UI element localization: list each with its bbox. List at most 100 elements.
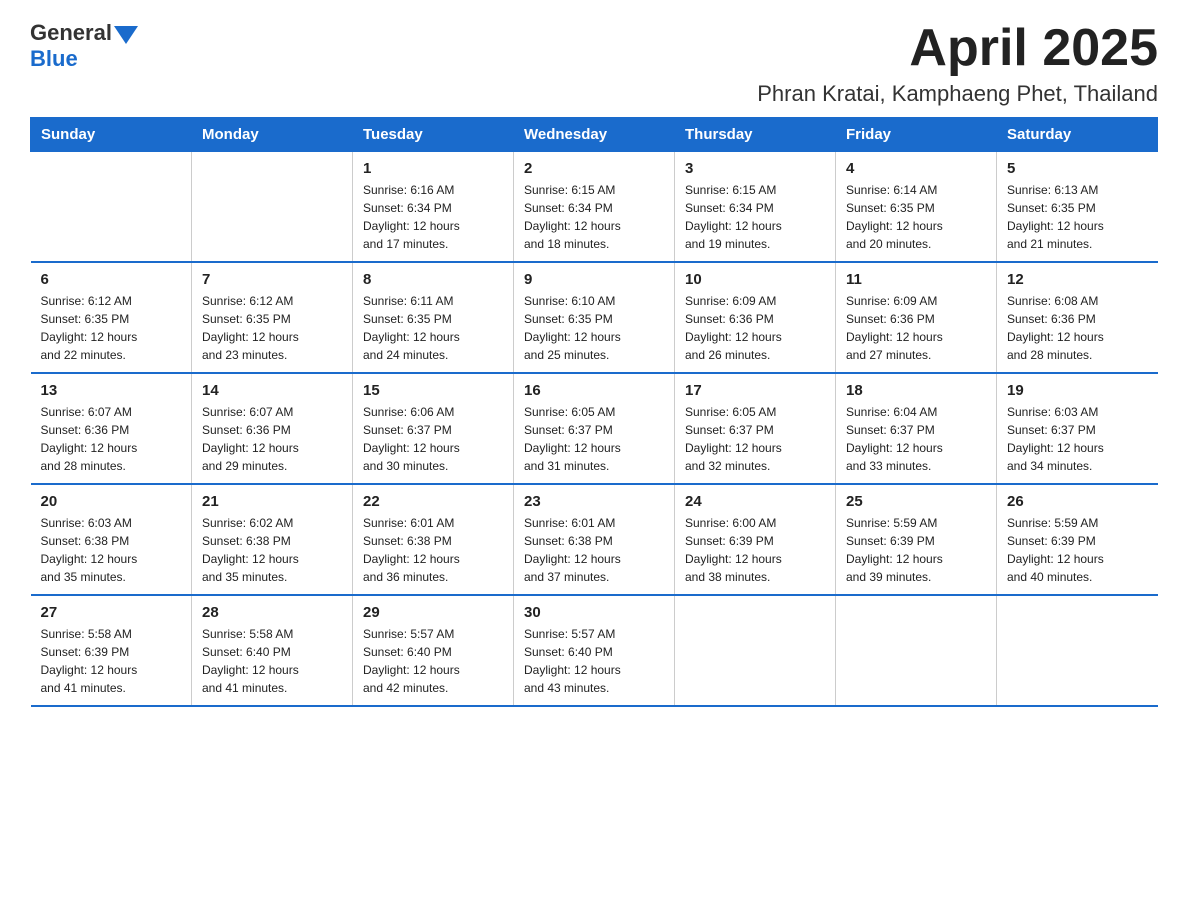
day-info: Sunrise: 6:01 AM Sunset: 6:38 PM Dayligh… (363, 514, 503, 586)
calendar-cell: 19 Sunrise: 6:03 AM Sunset: 6:37 PM Dayli… (997, 373, 1158, 484)
calendar-cell: 30 Sunrise: 5:57 AM Sunset: 6:40 PM Dayli… (514, 595, 675, 706)
day-number: 3 (685, 160, 825, 177)
logo: General Blue (30, 20, 138, 72)
calendar-cell: 28 Sunrise: 5:58 AM Sunset: 6:40 PM Dayli… (192, 595, 353, 706)
day-number: 1 (363, 160, 503, 177)
weekday-header-saturday: Saturday (997, 118, 1158, 152)
day-number: 21 (202, 493, 342, 510)
calendar-cell (836, 595, 997, 706)
calendar-cell: 13 Sunrise: 6:07 AM Sunset: 6:36 PM Dayli… (31, 373, 192, 484)
day-number: 23 (524, 493, 664, 510)
day-info: Sunrise: 6:03 AM Sunset: 6:38 PM Dayligh… (41, 514, 182, 586)
day-number: 30 (524, 604, 664, 621)
day-number: 16 (524, 382, 664, 399)
calendar-cell (192, 152, 353, 263)
day-info: Sunrise: 6:09 AM Sunset: 6:36 PM Dayligh… (685, 292, 825, 364)
weekday-header-thursday: Thursday (675, 118, 836, 152)
calendar-week-row: 27Sunrise: 5:58 AM Sunset: 6:39 PM Dayli… (31, 595, 1158, 706)
weekday-header-monday: Monday (192, 118, 353, 152)
calendar-cell: 2 Sunrise: 6:15 AM Sunset: 6:34 PM Daylig… (514, 152, 675, 263)
day-info: Sunrise: 5:58 AM Sunset: 6:39 PM Dayligh… (41, 625, 182, 697)
calendar-cell: 14 Sunrise: 6:07 AM Sunset: 6:36 PM Dayli… (192, 373, 353, 484)
calendar-cell: 26 Sunrise: 5:59 AM Sunset: 6:39 PM Dayli… (997, 484, 1158, 595)
logo-general-text: General (30, 20, 112, 46)
calendar-cell: 21 Sunrise: 6:02 AM Sunset: 6:38 PM Dayli… (192, 484, 353, 595)
calendar-cell: 9 Sunrise: 6:10 AM Sunset: 6:35 PM Daylig… (514, 262, 675, 373)
day-info: Sunrise: 6:03 AM Sunset: 6:37 PM Dayligh… (1007, 403, 1148, 475)
calendar-week-row: 20 Sunrise: 6:03 AM Sunset: 6:38 PM Dayli… (31, 484, 1158, 595)
day-number: 11 (846, 271, 986, 288)
day-info: Sunrise: 5:59 AM Sunset: 6:39 PM Dayligh… (1007, 514, 1148, 586)
calendar-cell: 5 Sunrise: 6:13 AM Sunset: 6:35 PM Daylig… (997, 152, 1158, 263)
calendar-cell: 20 Sunrise: 6:03 AM Sunset: 6:38 PM Dayli… (31, 484, 192, 595)
logo-blue-text: Blue (30, 46, 78, 71)
day-info: Sunrise: 5:57 AM Sunset: 6:40 PM Dayligh… (363, 625, 503, 697)
day-info: Sunrise: 6:02 AM Sunset: 6:38 PM Dayligh… (202, 514, 342, 586)
day-number: 8 (363, 271, 503, 288)
calendar-header-row: SundayMondayTuesdayWednesdayThursdayFrid… (31, 118, 1158, 152)
day-info: Sunrise: 6:10 AM Sunset: 6:35 PM Dayligh… (524, 292, 664, 364)
weekday-header-friday: Friday (836, 118, 997, 152)
day-info: Sunrise: 6:05 AM Sunset: 6:37 PM Dayligh… (685, 403, 825, 475)
calendar-cell: 25 Sunrise: 5:59 AM Sunset: 6:39 PM Dayli… (836, 484, 997, 595)
calendar-cell: 12Sunrise: 6:08 AM Sunset: 6:36 PM Dayli… (997, 262, 1158, 373)
calendar-cell: 29 Sunrise: 5:57 AM Sunset: 6:40 PM Dayli… (353, 595, 514, 706)
calendar-cell: 10 Sunrise: 6:09 AM Sunset: 6:36 PM Dayli… (675, 262, 836, 373)
calendar-cell: 27Sunrise: 5:58 AM Sunset: 6:39 PM Dayli… (31, 595, 192, 706)
calendar-cell: 1 Sunrise: 6:16 AM Sunset: 6:34 PM Daylig… (353, 152, 514, 263)
day-number: 24 (685, 493, 825, 510)
day-number: 26 (1007, 493, 1148, 510)
day-info: Sunrise: 6:00 AM Sunset: 6:39 PM Dayligh… (685, 514, 825, 586)
month-title: April 2025 (757, 20, 1158, 77)
day-number: 13 (41, 382, 182, 399)
day-info: Sunrise: 6:16 AM Sunset: 6:34 PM Dayligh… (363, 181, 503, 253)
calendar-cell: 8Sunrise: 6:11 AM Sunset: 6:35 PM Daylig… (353, 262, 514, 373)
day-number: 22 (363, 493, 503, 510)
day-number: 9 (524, 271, 664, 288)
day-info: Sunrise: 6:04 AM Sunset: 6:37 PM Dayligh… (846, 403, 986, 475)
day-number: 18 (846, 382, 986, 399)
calendar-cell: 22 Sunrise: 6:01 AM Sunset: 6:38 PM Dayli… (353, 484, 514, 595)
calendar-table: SundayMondayTuesdayWednesdayThursdayFrid… (30, 117, 1158, 707)
day-info: Sunrise: 6:07 AM Sunset: 6:36 PM Dayligh… (41, 403, 182, 475)
weekday-header-wednesday: Wednesday (514, 118, 675, 152)
day-number: 19 (1007, 382, 1148, 399)
day-info: Sunrise: 5:58 AM Sunset: 6:40 PM Dayligh… (202, 625, 342, 697)
day-number: 14 (202, 382, 342, 399)
day-info: Sunrise: 6:07 AM Sunset: 6:36 PM Dayligh… (202, 403, 342, 475)
day-number: 25 (846, 493, 986, 510)
day-number: 17 (685, 382, 825, 399)
calendar-cell: 11 Sunrise: 6:09 AM Sunset: 6:36 PM Dayli… (836, 262, 997, 373)
day-info: Sunrise: 6:09 AM Sunset: 6:36 PM Dayligh… (846, 292, 986, 364)
day-info: Sunrise: 5:59 AM Sunset: 6:39 PM Dayligh… (846, 514, 986, 586)
calendar-cell (675, 595, 836, 706)
day-info: Sunrise: 6:06 AM Sunset: 6:37 PM Dayligh… (363, 403, 503, 475)
calendar-cell (31, 152, 192, 263)
calendar-cell: 17 Sunrise: 6:05 AM Sunset: 6:37 PM Dayli… (675, 373, 836, 484)
day-number: 29 (363, 604, 503, 621)
calendar-cell: 3 Sunrise: 6:15 AM Sunset: 6:34 PM Daylig… (675, 152, 836, 263)
logo-triangle-icon (114, 26, 138, 44)
day-number: 10 (685, 271, 825, 288)
calendar-cell: 23Sunrise: 6:01 AM Sunset: 6:38 PM Dayli… (514, 484, 675, 595)
title-block: April 2025 Phran Kratai, Kamphaeng Phet,… (757, 20, 1158, 107)
day-info: Sunrise: 6:15 AM Sunset: 6:34 PM Dayligh… (524, 181, 664, 253)
day-number: 28 (202, 604, 342, 621)
calendar-cell: 18 Sunrise: 6:04 AM Sunset: 6:37 PM Dayli… (836, 373, 997, 484)
day-number: 20 (41, 493, 182, 510)
day-info: Sunrise: 6:13 AM Sunset: 6:35 PM Dayligh… (1007, 181, 1148, 253)
day-number: 2 (524, 160, 664, 177)
day-info: Sunrise: 6:12 AM Sunset: 6:35 PM Dayligh… (41, 292, 182, 364)
calendar-week-row: 13 Sunrise: 6:07 AM Sunset: 6:36 PM Dayli… (31, 373, 1158, 484)
day-info: Sunrise: 5:57 AM Sunset: 6:40 PM Dayligh… (524, 625, 664, 697)
weekday-header-tuesday: Tuesday (353, 118, 514, 152)
day-info: Sunrise: 6:15 AM Sunset: 6:34 PM Dayligh… (685, 181, 825, 253)
day-info: Sunrise: 6:14 AM Sunset: 6:35 PM Dayligh… (846, 181, 986, 253)
day-info: Sunrise: 6:05 AM Sunset: 6:37 PM Dayligh… (524, 403, 664, 475)
day-number: 6 (41, 271, 182, 288)
weekday-header-sunday: Sunday (31, 118, 192, 152)
calendar-week-row: 1 Sunrise: 6:16 AM Sunset: 6:34 PM Daylig… (31, 152, 1158, 263)
day-info: Sunrise: 6:08 AM Sunset: 6:36 PM Dayligh… (1007, 292, 1148, 364)
day-number: 5 (1007, 160, 1148, 177)
calendar-cell (997, 595, 1158, 706)
